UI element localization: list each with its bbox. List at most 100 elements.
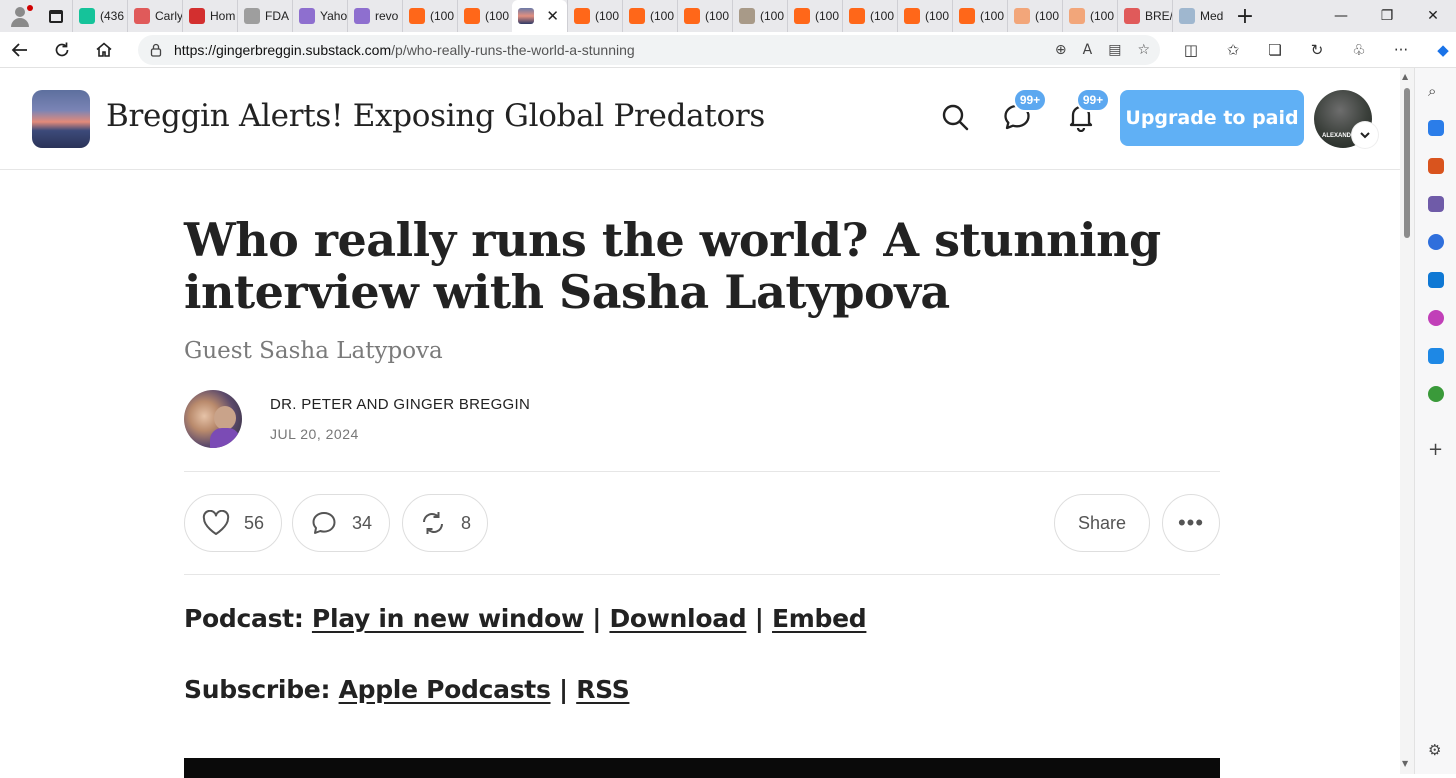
substack-icon [409,8,425,24]
address-bar-row: https://gingerbreggin.substack.com/p/who… [0,32,1456,68]
tab-title: Carly [155,9,182,23]
heart-icon [202,510,230,535]
yahoo-icon [354,8,370,24]
tab-title: revo [375,9,399,23]
restack-button[interactable]: 8 [402,494,488,552]
more-dots-icon: ••• [1177,510,1205,535]
new-tab-icon[interactable]: + [1227,0,1263,32]
tab[interactable]: FDA [237,0,292,32]
substack-icon [464,8,480,24]
minimize-icon[interactable]: — [1318,0,1364,32]
url-text: https://gingerbreggin.substack.com/p/who… [174,42,635,58]
share-label: Share [1077,512,1127,533]
collections-icon[interactable]: ❏ [1254,41,1296,59]
tab[interactable]: Hom [182,0,237,32]
tab[interactable]: (100 [897,0,952,32]
copilot-icon[interactable]: ◆ [1422,41,1456,59]
history-icon[interactable]: ↻ [1296,41,1338,59]
podcast-line: Podcast: Play in new window | Download |… [184,604,867,633]
divider [184,574,1220,575]
separator: | [558,675,568,704]
tab[interactable]: (436 [72,0,127,32]
site-title[interactable]: Breggin Alerts! Exposing Global Predator… [106,98,765,134]
scrollbar[interactable]: ▲ ▼ [1400,68,1414,774]
rss-link[interactable]: RSS [576,675,630,704]
scroll-down-icon[interactable]: ▼ [1402,759,1408,768]
sidebar-add-icon[interactable]: + [1428,441,1444,459]
sidebar-tools-icon[interactable] [1428,158,1444,174]
tab[interactable]: (100 [842,0,897,32]
url-field[interactable]: https://gingerbreggin.substack.com/p/who… [138,35,1160,65]
upgrade-button[interactable]: Upgrade to paid [1120,90,1304,146]
author-name[interactable]: DR. PETER AND GINGER BREGGIN [270,396,530,413]
lock-icon[interactable] [138,43,174,57]
tab[interactable]: Yaho [292,0,347,32]
tab[interactable]: (100 [952,0,1007,32]
favorites-icon[interactable]: ✩ [1212,41,1254,59]
tab[interactable]: revo [347,0,402,32]
sidebar-microsoft365-icon[interactable] [1428,234,1444,250]
apple-podcasts-link[interactable]: Apple Podcasts [339,675,551,704]
browser-sidebar: ⌕ + ⚙ [1414,68,1456,774]
author-avatar[interactable] [184,390,242,448]
sidebar-tree-icon[interactable] [1428,386,1444,402]
comment-button[interactable]: 34 [292,494,390,552]
tab-actions-icon[interactable] [40,0,72,32]
site-logo[interactable] [32,90,90,148]
sidebar-games-icon[interactable] [1428,196,1444,212]
favorite-star-icon[interactable]: ☆ [1137,42,1150,58]
tab[interactable]: (100 [1007,0,1062,32]
tab[interactable]: Med [1172,0,1227,32]
sidebar-designer-icon[interactable] [1428,310,1444,326]
podcast-label: Podcast: [184,604,304,633]
refresh-icon[interactable] [42,32,82,68]
profile-icon[interactable] [0,0,40,32]
site-favicon-icon [518,8,534,24]
tab-title: (100 [925,9,950,23]
reader-view-icon[interactable]: ▤ [1108,42,1121,58]
zoom-icon[interactable]: ⊕ [1055,42,1067,58]
tab[interactable]: Carly [127,0,182,32]
grammarly-icon [79,8,95,24]
close-tab-icon[interactable]: ✕ [546,7,559,25]
tab[interactable]: (100 [1062,0,1117,32]
tab[interactable]: (100 [622,0,677,32]
tab[interactable]: BRE/ [1117,0,1172,32]
home-icon[interactable] [84,32,124,68]
tab[interactable]: (100 [457,0,512,32]
download-link[interactable]: Download [609,604,746,633]
restack-icon [422,512,443,534]
tab-active[interactable]: ✕ [512,0,567,32]
tab[interactable]: (100 [787,0,842,32]
scroll-up-icon[interactable]: ▲ [1402,72,1408,81]
sidebar-settings-icon[interactable]: ⚙ [1428,742,1444,758]
more-menu-icon[interactable]: ··· [1380,41,1422,59]
sidebar-outlook-icon[interactable] [1428,272,1444,288]
split-screen-icon[interactable]: ◫ [1170,41,1212,59]
tab[interactable]: (100 [732,0,787,32]
embed-link[interactable]: Embed [772,604,867,633]
video-player[interactable] [184,758,1220,778]
scroll-thumb[interactable] [1404,88,1410,238]
tab[interactable]: (100 [402,0,457,32]
sidebar-search-icon[interactable]: ⌕ [1428,82,1444,100]
close-window-icon[interactable]: ✕ [1410,0,1456,32]
comment-count: 34 [351,512,373,533]
tab[interactable]: (100 [567,0,622,32]
sidebar-send-icon[interactable] [1428,348,1444,364]
more-options-button[interactable]: ••• [1162,494,1220,552]
play-new-window-link[interactable]: Play in new window [312,604,584,633]
tab-title: (100 [705,9,730,23]
tab[interactable]: (100 [677,0,732,32]
read-aloud-icon[interactable]: A [1083,42,1093,58]
back-icon[interactable] [0,32,40,68]
extensions-icon[interactable]: ♧ [1338,41,1380,59]
search-icon[interactable] [940,102,970,132]
like-button[interactable]: 56 [184,494,282,552]
restore-icon[interactable]: ❐ [1364,0,1410,32]
share-button[interactable]: Share [1054,494,1150,552]
tab-title: Hom [210,9,236,23]
sidebar-shopping-icon[interactable] [1428,120,1444,136]
subscribe-label: Subscribe: [184,675,331,704]
chevron-down-icon[interactable] [1352,122,1378,148]
